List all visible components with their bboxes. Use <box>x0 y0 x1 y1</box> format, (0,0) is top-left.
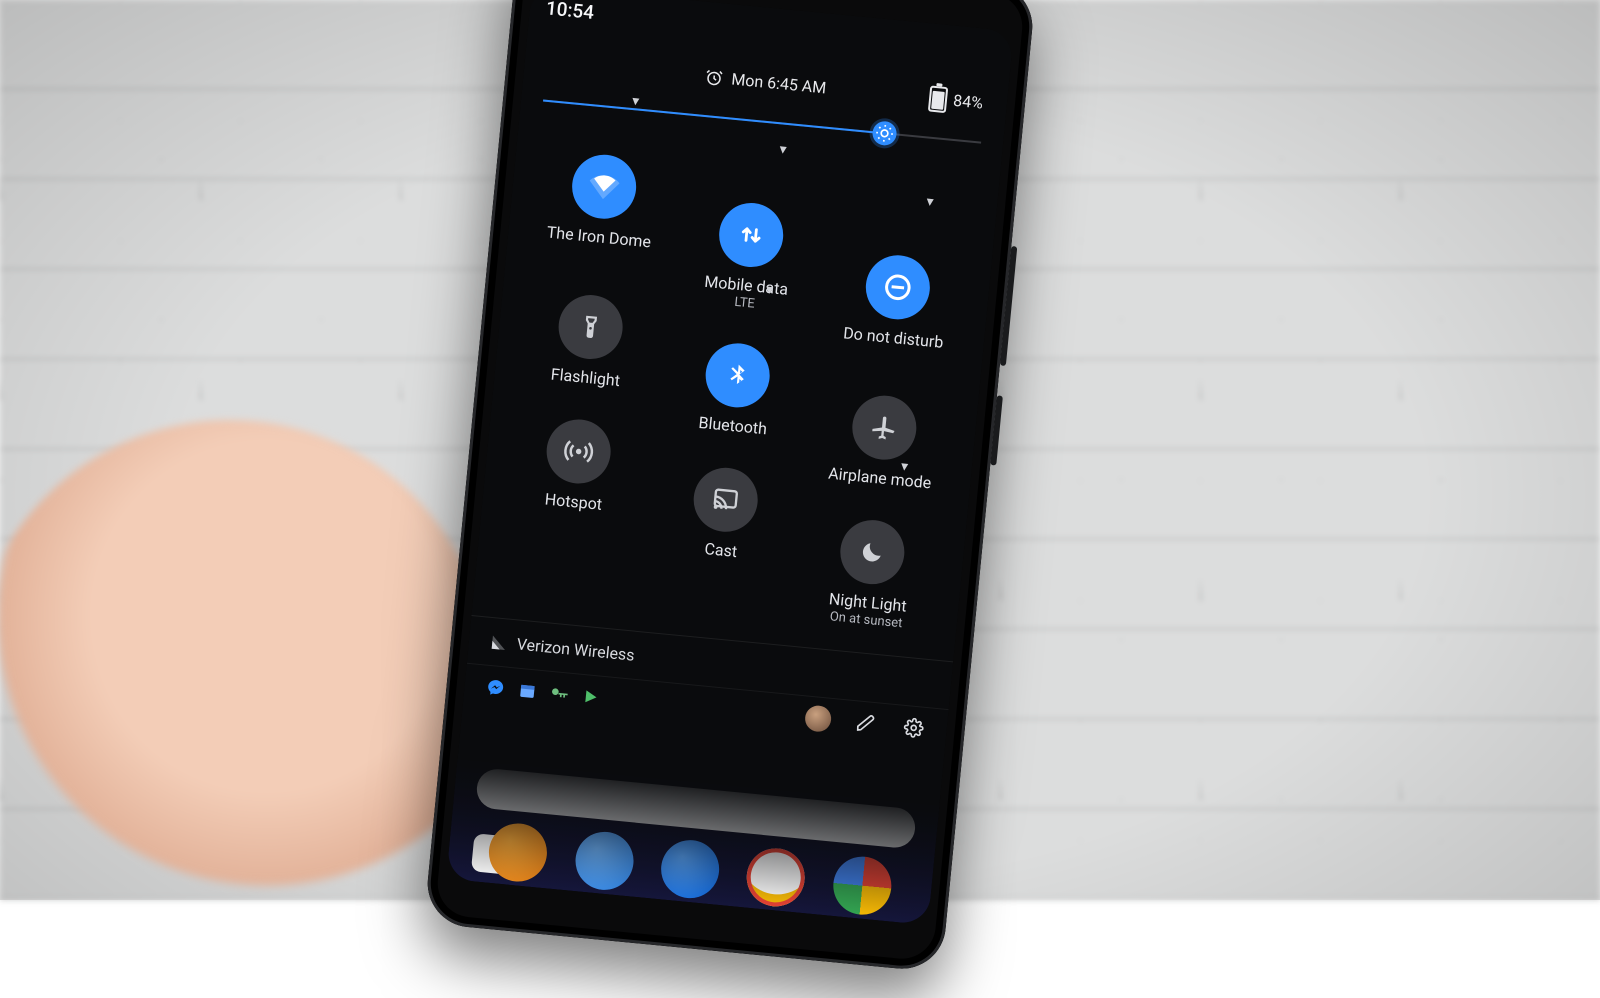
qs-tiles-grid: The Iron Dome▾Mobile dataLTE▾Do not dist… <box>480 126 1000 570</box>
qs-tile-nightlight[interactable]: Night LightOn at sunset▾ <box>795 499 947 635</box>
brightness-thumb[interactable] <box>872 120 898 146</box>
qs-tile-dnd[interactable]: Do not disturb▾ <box>820 235 972 371</box>
qs-tile-label: The Iron Dome <box>546 223 652 251</box>
alarm-icon <box>705 67 725 87</box>
bluetooth-icon <box>703 341 773 411</box>
qs-tile-label: Flashlight <box>550 366 621 391</box>
user-avatar[interactable] <box>804 705 832 733</box>
qs-tile-label: Cast <box>704 540 738 561</box>
chevron-down-icon[interactable]: ▾ <box>926 194 941 209</box>
dnd-icon <box>863 252 933 322</box>
quick-settings-shade[interactable]: 10:54 Mon 6:45 AM 84% <box>446 0 1014 925</box>
edit-icon[interactable] <box>852 709 880 737</box>
battery-text[interactable]: 84% <box>952 91 983 113</box>
chevron-down-icon[interactable]: ▾ <box>632 93 647 108</box>
hotspot-icon <box>543 416 613 486</box>
calendar-icon[interactable] <box>515 679 539 703</box>
carrier-name: Verizon Wireless <box>516 635 635 665</box>
screen: G 10:54 Mon 6:45 AM <box>446 0 1014 925</box>
messenger-icon[interactable] <box>484 676 508 700</box>
vpn-key-icon[interactable] <box>547 682 571 706</box>
brightness-fill <box>543 99 885 134</box>
phone-frame: G 10:54 Mon 6:45 AM <box>424 0 1036 973</box>
chevron-down-icon[interactable]: ▾ <box>900 458 915 473</box>
moon-icon <box>838 517 908 587</box>
alarm-text[interactable]: Mon 6:45 AM <box>731 69 828 97</box>
status-time: 10:54 <box>545 0 595 24</box>
data-icon <box>716 200 786 270</box>
qs-tile-cast[interactable]: Cast <box>648 447 800 583</box>
qs-tile-label: Night LightOn at sunset <box>827 590 908 633</box>
signal-icon <box>490 634 507 651</box>
qs-tile-label: Airplane mode <box>827 465 932 493</box>
qs-tile-label: Hotspot <box>544 490 603 514</box>
qs-tile-mobiledata[interactable]: Mobile dataLTE▾ <box>673 182 825 318</box>
qs-tile-flashlight[interactable]: Flashlight <box>514 275 665 394</box>
cast-icon <box>691 465 761 535</box>
play-icon[interactable] <box>579 685 603 709</box>
qs-tile-hotspot[interactable]: Hotspot <box>501 399 653 535</box>
battery-icon <box>928 85 948 113</box>
airplane-icon <box>850 393 920 463</box>
settings-icon[interactable] <box>900 714 928 742</box>
flashlight-icon <box>555 292 625 362</box>
wifi-icon <box>569 152 639 222</box>
qs-tile-airplane[interactable]: Airplane mode <box>808 375 959 494</box>
qs-tile-label: Bluetooth <box>698 414 768 439</box>
chevron-down-icon[interactable]: ▾ <box>765 282 780 297</box>
qs-tile-wifi[interactable]: The Iron Dome▾ <box>526 134 678 270</box>
qs-tile-bluetooth[interactable]: Bluetooth▾ <box>662 323 813 442</box>
notification-icons-row <box>484 676 604 709</box>
qs-tile-label: Do not disturb <box>842 324 944 352</box>
chevron-down-icon[interactable]: ▾ <box>779 141 794 156</box>
